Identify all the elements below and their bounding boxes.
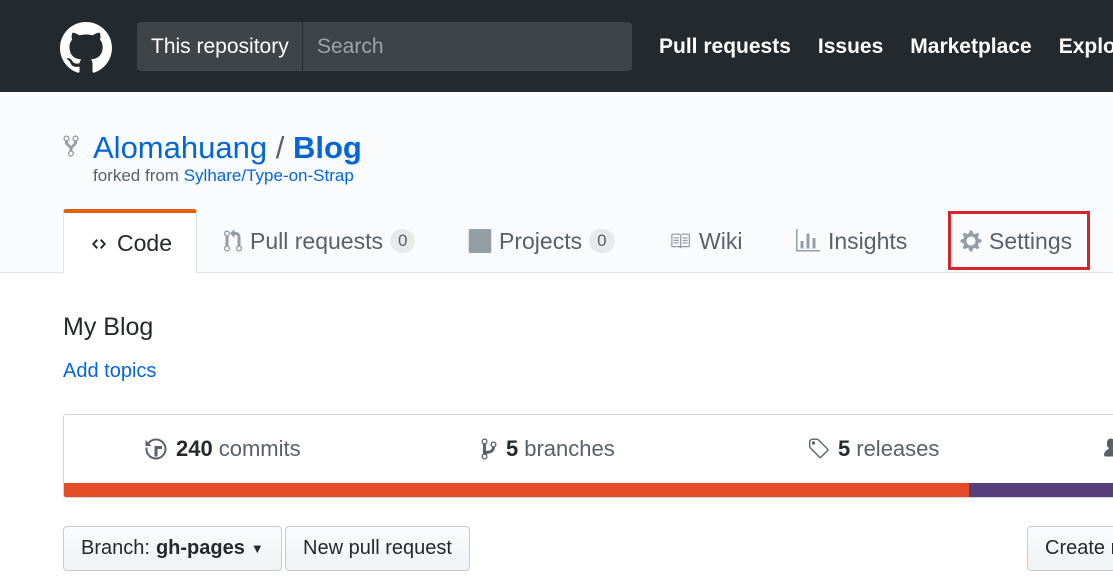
repo-header: Alomahuang / Blog forked from Sylhare/Ty…: [0, 92, 1113, 274]
tab-code[interactable]: Code: [63, 209, 197, 274]
github-logo-icon[interactable]: [60, 22, 112, 74]
top-header: This repository Pull requests Issues Mar…: [0, 0, 1113, 92]
create-new-file-button[interactable]: Create n: [1027, 526, 1113, 571]
search-input[interactable]: [303, 22, 632, 71]
language-bar[interactable]: [64, 483, 1113, 497]
tab-insights[interactable]: Insights: [795, 209, 907, 273]
branches-count: 5: [506, 436, 519, 461]
branch-name: gh-pages: [155, 537, 245, 559]
search-box: This repository: [137, 22, 632, 71]
nav-explore[interactable]: Explo: [1059, 35, 1113, 59]
repo-title-separator: /: [275, 130, 285, 165]
commits-label: commits: [218, 436, 301, 461]
repo-description: My Blog: [63, 313, 154, 341]
branch-select-button[interactable]: Branch: gh-pages ▼: [63, 526, 282, 571]
repo-owner-link[interactable]: Alomahuang: [93, 130, 267, 165]
caret-down-icon: ▼: [250, 541, 264, 556]
git-branch-icon: [480, 437, 498, 461]
add-topics-link[interactable]: Add topics: [63, 360, 156, 383]
tab-projects[interactable]: Projects 0: [468, 209, 615, 273]
commits-count: 240: [176, 436, 213, 461]
graph-icon: [795, 229, 821, 253]
language-bar-segment[interactable]: [64, 483, 969, 497]
branches-summary[interactable]: 5 branches: [480, 415, 615, 483]
search-scope-label[interactable]: This repository: [137, 22, 303, 71]
projects-counter: 0: [589, 229, 615, 253]
repo-name-link[interactable]: Blog: [293, 130, 362, 165]
tab-pull-requests[interactable]: Pull requests 0: [223, 209, 416, 273]
nav-issues[interactable]: Issues: [818, 35, 883, 59]
commits-summary[interactable]: 240 commits: [144, 415, 301, 483]
tab-wiki[interactable]: Wiki: [668, 209, 742, 273]
tab-pull-requests-label: Pull requests: [250, 227, 383, 254]
repo-forked-icon: [63, 135, 79, 157]
tab-code-label: Code: [117, 230, 172, 256]
nav-marketplace[interactable]: Marketplace: [910, 35, 1031, 59]
history-icon: [144, 437, 168, 461]
branches-label: branches: [524, 436, 615, 461]
pull-requests-counter: 0: [389, 229, 416, 253]
book-icon: [668, 231, 692, 251]
forked-from-label: forked from: [93, 166, 179, 185]
people-icon: [1104, 437, 1113, 461]
git-pull-request-icon: [223, 229, 243, 253]
nav-pull-requests[interactable]: Pull requests: [659, 35, 791, 59]
tab-insights-label: Insights: [828, 227, 908, 254]
forked-from: forked from Sylhare/Type-on-Strap: [93, 166, 354, 186]
header-nav: Pull requests Issues Marketplace Explo: [659, 22, 1113, 71]
language-bar-segment[interactable]: [968, 483, 1113, 497]
releases-summary[interactable]: 5 releases: [806, 415, 939, 483]
settings-highlight-box: [948, 211, 1090, 270]
tab-projects-label: Projects: [499, 227, 583, 254]
project-icon: [468, 229, 492, 253]
branch-prefix: Branch:: [81, 537, 150, 559]
tab-wiki-label: Wiki: [699, 227, 743, 254]
forked-source-link[interactable]: Sylhare/Type-on-Strap: [184, 166, 354, 185]
code-icon: [88, 236, 110, 252]
releases-label: releases: [856, 436, 940, 461]
repo-summary: 240 commits 5 branches 5 releases: [63, 414, 1113, 498]
contributors-summary[interactable]: [1104, 415, 1113, 483]
releases-count: 5: [838, 436, 851, 461]
tag-icon: [806, 437, 830, 461]
repo-title: Alomahuang / Blog: [93, 130, 362, 166]
new-pull-request-button[interactable]: New pull request: [285, 526, 470, 571]
